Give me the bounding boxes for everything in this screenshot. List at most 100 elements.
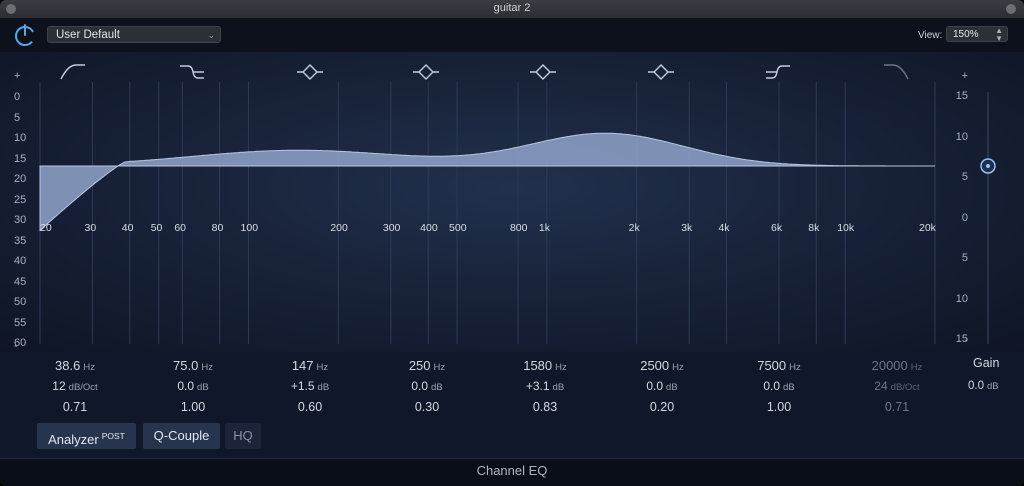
stepper-icon: ▲ ▼ (995, 26, 1003, 43)
left-scale-plus: + (14, 70, 21, 82)
frequency-tick-label: 800 (509, 222, 528, 234)
band-frequency-value: 75.0 (173, 358, 199, 373)
preset-label: User Default (56, 29, 120, 41)
band-gain-field[interactable]: 0.0 dB (138, 379, 248, 393)
frequency-tick-label: 80 (211, 222, 224, 234)
gain-knob-dot (986, 164, 990, 168)
band-gain-value: 0.0 (411, 379, 429, 393)
band-frequency-value: 250 (408, 358, 431, 373)
frequency-tick-label: 200 (330, 222, 348, 234)
band-frequency-unit: Hz (555, 362, 567, 373)
band-gain-unit: dB (552, 382, 565, 393)
band-q-field[interactable]: 0.20 (607, 400, 717, 414)
band-frequency-value: 1580 (523, 358, 553, 373)
frequency-tick-label: 300 (382, 222, 401, 234)
gain-label: Gain (973, 356, 1000, 370)
view-zoom-select[interactable]: 150% ▲ ▼ (946, 26, 1008, 43)
band-gain-value: +1.5 (290, 379, 315, 393)
band-gain-field[interactable]: +3.1 dB (490, 379, 600, 393)
frequency-tick-label: 10k (837, 222, 855, 234)
title-bar: guitar 2 (0, 0, 1024, 19)
band-frequency-field[interactable]: 147 Hz (255, 358, 365, 373)
band-gain-unit: dB (783, 382, 795, 393)
band-gain-field[interactable]: 0.0 dB (724, 379, 834, 393)
high-cut-icon[interactable] (881, 62, 911, 82)
band-gain-value: 0.0 (763, 379, 781, 393)
left-scale-label: 40 (14, 255, 27, 267)
band-frequency-field[interactable]: 75.0 Hz (138, 358, 248, 373)
band-gain-field[interactable]: 0.0 dB (372, 379, 482, 393)
band-frequency-unit: Hz (83, 362, 95, 373)
band-gain-value: 12 (52, 379, 66, 393)
band-q-field[interactable]: 0.71 (20, 400, 130, 414)
frequency-tick-label: 60 (174, 222, 187, 234)
band-gain-field[interactable]: 12 dB/Oct (20, 379, 130, 393)
eq-graph[interactable] (0, 52, 1024, 352)
right-scale-label: 5 (961, 252, 968, 264)
band-frequency-field[interactable]: 38.6 Hz (20, 358, 130, 373)
bell-band-6-icon[interactable] (646, 62, 676, 82)
frequency-grid (39, 82, 936, 344)
analyzer-post-label: POST (101, 431, 125, 441)
band-frequency-unit: Hz (789, 362, 801, 373)
right-scale-plus: + (961, 70, 968, 82)
bell-band-5-icon[interactable] (528, 62, 558, 82)
eq-curve[interactable] (39, 132, 935, 232)
chevron-down-icon: ⌄ (207, 30, 215, 40)
plugin-window: guitar 2 User Default ⌄ View: 150% ▲ ▼ +… (0, 0, 1024, 486)
left-scale-minus: - (14, 340, 18, 352)
band-frequency-field[interactable]: 2500 Hz (607, 358, 717, 373)
left-scale-label: 10 (14, 132, 27, 144)
band-frequency-unit: Hz (433, 362, 446, 373)
band-frequency-field[interactable]: 1580 Hz (490, 358, 600, 373)
band-q-field[interactable]: 1.00 (724, 400, 834, 414)
analyzer-button[interactable]: Analyzer POST (37, 423, 136, 449)
hq-label: HQ (233, 428, 253, 443)
preset-dropdown[interactable]: User Default ⌄ (47, 26, 221, 43)
hq-button[interactable]: HQ (225, 423, 261, 449)
band-q-value: 0.83 (532, 400, 558, 414)
band-frequency-field[interactable]: 250 Hz (372, 358, 482, 373)
band-gain-unit: dB (666, 382, 678, 393)
band-frequency-unit: Hz (672, 362, 684, 373)
view-label: View: (918, 30, 943, 41)
left-scale-label: 20 (14, 173, 27, 185)
band-gain-unit: dB/Oct (68, 382, 98, 393)
frequency-tick-label: 1k (538, 222, 550, 234)
bell-band-3-icon[interactable] (295, 62, 325, 82)
band-gain-field[interactable]: 24 dB/Oct (842, 379, 952, 393)
band-gain-field[interactable]: 0.0 dB (607, 379, 717, 393)
band-gain-value: 0.0 (177, 379, 195, 393)
band-frequency-value: 20000 (871, 358, 908, 373)
band-frequency-value: 38.6 (55, 358, 81, 373)
right-scale-label: 0 (961, 211, 968, 224)
left-scale-label: 35 (14, 234, 27, 247)
band-q-field[interactable]: 1.00 (138, 400, 248, 414)
left-scale-label: 25 (14, 193, 27, 206)
band-q-value: 1.00 (766, 400, 792, 414)
frequency-tick-label: 20 (40, 222, 52, 234)
low-shelf-icon[interactable] (177, 62, 207, 82)
band-frequency-field[interactable]: 20000 Hz (842, 358, 952, 373)
gain-value-number: 0.0 (968, 380, 984, 392)
right-scale-label: 10 (955, 292, 968, 305)
band-frequency-unit: Hz (910, 362, 923, 373)
analyzer-label: Analyzer (48, 432, 99, 447)
q-couple-button[interactable]: Q-Couple (143, 423, 220, 449)
band-gain-unit: dB (317, 382, 330, 393)
band-q-field[interactable]: 0.71 (842, 400, 952, 414)
window-title: guitar 2 (493, 2, 531, 14)
bell-band-4-icon[interactable] (411, 62, 441, 82)
band-q-field[interactable]: 0.60 (255, 400, 365, 414)
band-frequency-value: 2500 (640, 358, 670, 373)
low-cut-icon[interactable] (58, 62, 88, 82)
band-q-field[interactable]: 0.30 (372, 400, 482, 414)
q-couple-label: Q-Couple (153, 428, 210, 443)
band-gain-field[interactable]: +1.5 dB (255, 379, 365, 393)
band-frequency-field[interactable]: 7500 Hz (724, 358, 834, 373)
high-shelf-icon[interactable] (763, 62, 793, 82)
band-q-value: 0.71 (884, 400, 910, 414)
power-icon[interactable] (12, 22, 38, 48)
band-q-field[interactable]: 0.83 (490, 400, 600, 414)
gain-value[interactable]: 0.0 dB (968, 380, 999, 392)
